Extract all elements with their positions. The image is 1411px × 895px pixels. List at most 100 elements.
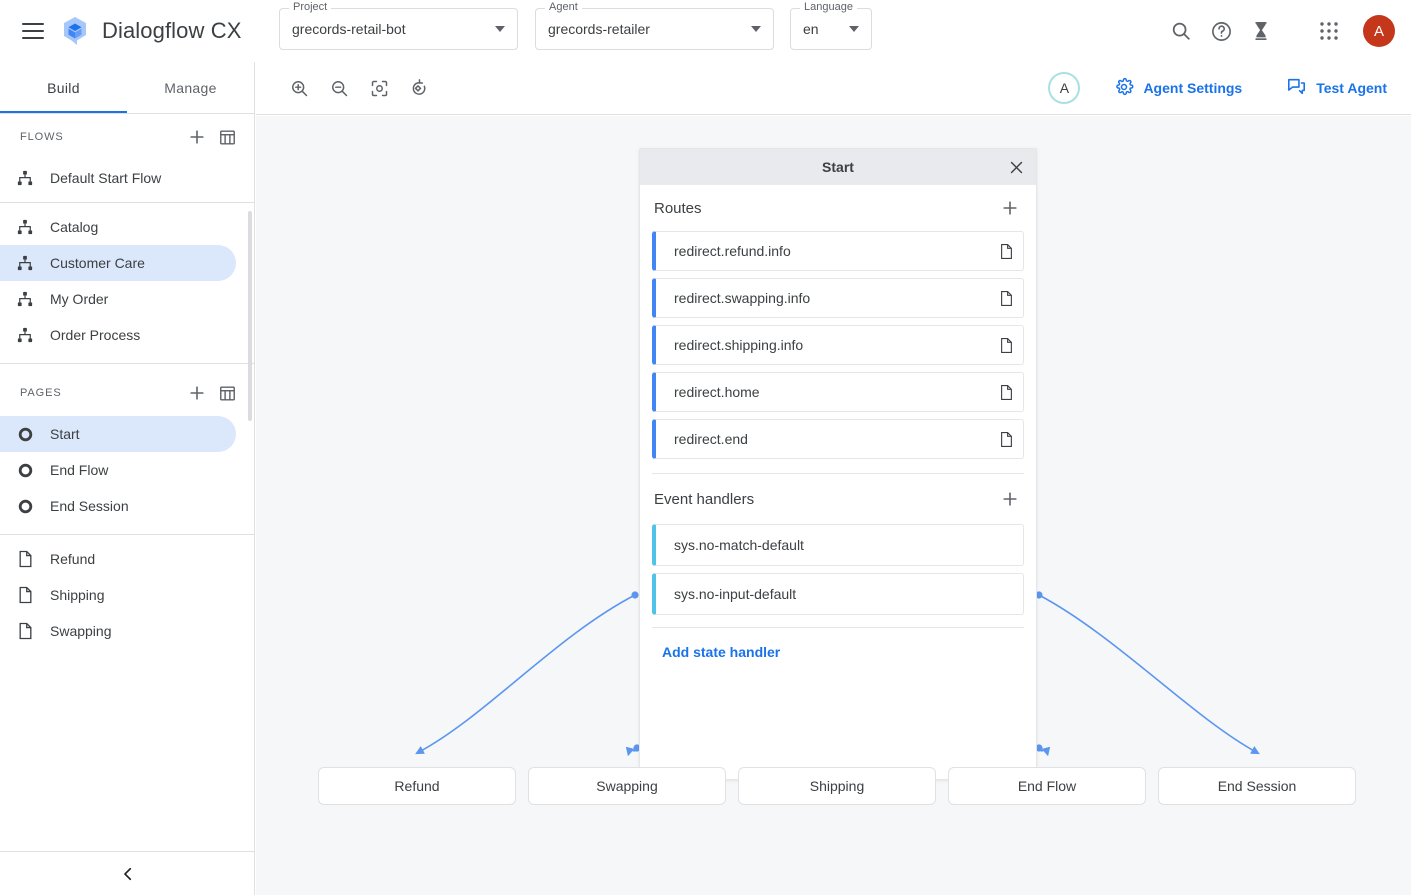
sidebar-page-refund[interactable]: Refund [0,541,236,577]
page-icon [14,584,36,606]
ring-icon [14,495,36,517]
event-handler-item[interactable]: sys.no-input-default [652,573,1024,615]
pages-table-view-icon[interactable] [212,378,242,408]
event-handlers-title: Event handlers [654,491,996,508]
page-icon[interactable] [989,384,1023,401]
project-select[interactable]: Project grecords-retail-bot [279,8,518,50]
close-icon[interactable] [1004,155,1028,179]
flow-node-end-flow[interactable]: End Flow [948,767,1146,805]
sidebar-flow-catalog[interactable]: Catalog [0,209,236,245]
route-item[interactable]: redirect.shipping.info [652,325,1024,365]
flow-node-end-session[interactable]: End Session [1158,767,1356,805]
flows-scrollbar[interactable] [248,211,252,421]
top-bar-actions: A [1161,0,1395,62]
add-route-button[interactable] [996,194,1024,222]
flows-table-view-icon[interactable] [212,122,242,152]
sidebar-flow-order-process[interactable]: Order Process [0,317,236,353]
hourglass-icon[interactable] [1241,11,1281,51]
fit-to-screen-icon[interactable] [362,71,396,105]
agent-settings-label: Agent Settings [1143,80,1242,96]
page-icon [14,620,36,642]
sidebar-flow-label: My Order [50,291,108,307]
hamburger-menu-icon[interactable] [22,23,44,39]
flows-section-header: FLOWS [0,114,254,160]
zoom-out-icon[interactable] [322,71,356,105]
route-item[interactable]: redirect.swapping.info [652,278,1024,318]
gear-icon [1114,77,1134,100]
zoom-in-icon[interactable] [282,71,316,105]
route-item[interactable]: redirect.home [652,372,1024,412]
chat-icon [1286,76,1307,100]
chevron-down-icon [849,26,859,32]
route-label: redirect.end [656,431,989,447]
sidebar-collapse-button[interactable] [0,851,255,895]
add-flow-button[interactable] [182,122,212,152]
language-select-label: Language [800,1,857,13]
apps-grid-icon[interactable] [1309,11,1349,51]
sidebar-page-end-flow[interactable]: End Flow [0,452,236,488]
help-icon[interactable] [1201,11,1241,51]
flow-icon [14,252,36,274]
language-select[interactable]: Language en [790,8,872,50]
route-item[interactable]: redirect.end [652,419,1024,459]
add-event-handler-button[interactable] [996,485,1024,513]
tab-build[interactable]: Build [0,62,127,114]
canvas-toolbar: A Agent Settings Test Agent [256,62,1411,115]
event-handler-label: sys.no-input-default [656,586,1023,602]
reset-view-icon[interactable] [402,71,436,105]
dialogflow-cx-app: Dialogflow CX Project grecords-retail-bo… [0,0,1411,895]
chevron-left-icon [119,865,137,883]
test-agent-label: Test Agent [1316,80,1387,96]
agent-avatar-chip[interactable]: A [1048,72,1080,104]
sidebar-page-start[interactable]: Start [0,416,236,452]
project-select-label: Project [289,1,331,13]
add-state-handler-button[interactable]: Add state handler [652,628,1024,660]
tab-manage[interactable]: Manage [127,62,254,114]
add-page-button[interactable] [182,378,212,408]
page-icon[interactable] [989,431,1023,448]
flow-node-refund[interactable]: Refund [318,767,516,805]
event-handlers-group: Event handlers sys.no-match-default sys.… [640,474,1036,660]
flow-canvas[interactable]: Start Routes [256,116,1411,895]
start-page-panel: Start Routes [639,148,1037,780]
canvas-tools [282,71,436,105]
sidebar-page-end-session[interactable]: End Session [0,488,236,524]
page-icon[interactable] [989,290,1023,307]
sidebar-flow-customer-care[interactable]: Customer Care [0,245,236,281]
agent-settings-button[interactable]: Agent Settings [1106,71,1250,106]
sidebar-flow-my-order[interactable]: My Order [0,281,236,317]
sidebar-flow-label: Customer Care [50,255,145,271]
sidebar-page-swapping[interactable]: Swapping [0,613,236,649]
test-agent-button[interactable]: Test Agent [1278,70,1395,106]
page-icon[interactable] [989,243,1023,260]
event-handler-item[interactable]: sys.no-match-default [652,524,1024,566]
route-label: redirect.home [656,384,989,400]
sidebar-flow-default-start-flow[interactable]: Default Start Flow [0,160,236,196]
sidebar-page-label: Shipping [50,587,105,603]
flow-node-swapping[interactable]: Swapping [528,767,726,805]
routes-group: Routes redirect.refund.info [640,185,1036,474]
sidebar-page-label: Swapping [50,623,112,639]
brand[interactable]: Dialogflow CX [58,14,241,48]
route-label: redirect.swapping.info [656,290,989,306]
chevron-down-icon [751,26,761,32]
pages-section-title: PAGES [20,387,182,399]
flow-icon [14,324,36,346]
route-item[interactable]: redirect.refund.info [652,231,1024,271]
sidebar-page-label: Start [50,426,80,442]
sidebar-flow-label: Order Process [50,327,140,343]
avatar[interactable]: A [1363,15,1395,47]
page-icon[interactable] [989,337,1023,354]
agent-select[interactable]: Agent grecords-retailer [535,8,774,50]
sidebar-page-shipping[interactable]: Shipping [0,577,236,613]
page-icon [14,548,36,570]
search-icon[interactable] [1161,11,1201,51]
ring-icon [14,459,36,481]
agent-select-value: grecords-retailer [536,21,745,37]
route-label: redirect.refund.info [656,243,989,259]
flow-icon [14,167,36,189]
flow-icon [14,288,36,310]
sidebar: Build Manage FLOWS [0,62,255,895]
flows-list: Catalog Customer Care [0,209,254,353]
flow-node-shipping[interactable]: Shipping [738,767,936,805]
